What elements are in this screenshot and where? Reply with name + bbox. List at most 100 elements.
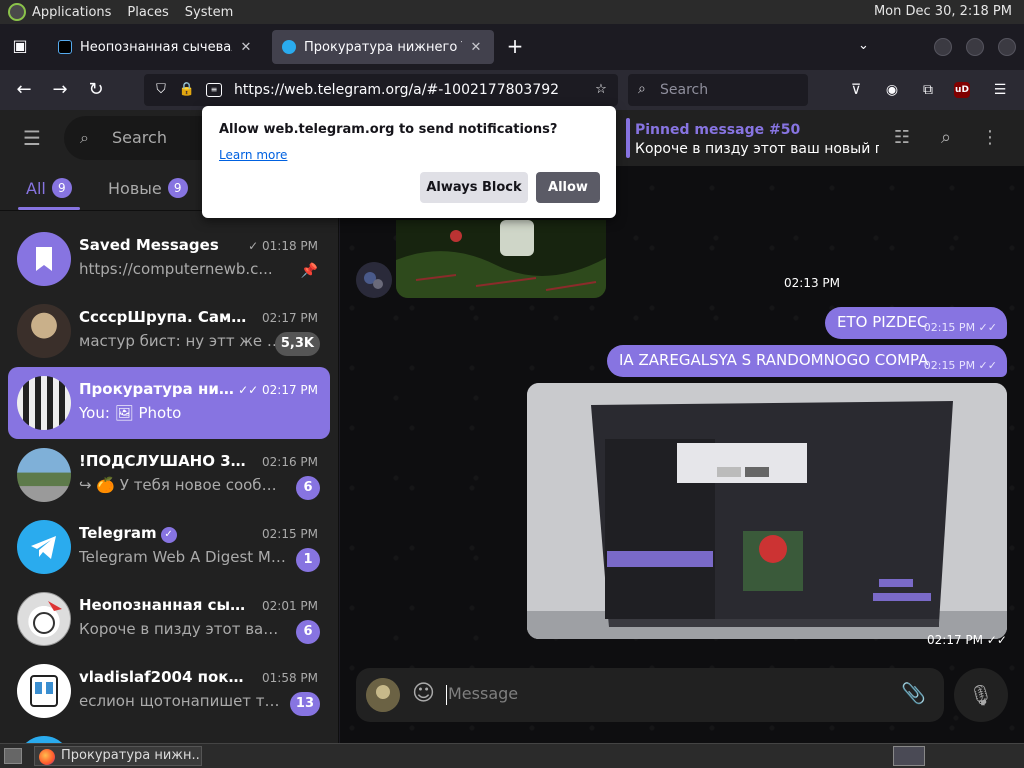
folder-count: 9 [167,178,188,198]
chat-item-podslushano[interactable]: !ПОДСЛУШАНО 3 ШК... 02:16 PM ↪ 🍊 У тебя … [8,439,330,511]
lock-icon[interactable]: 🔒 [178,81,196,99]
avatar [17,304,71,358]
tab-title: Прокуратура нижнего Тагил [304,39,462,55]
chat-preview: еслион щотонапишет то о... [79,692,287,710]
folder-tab-new[interactable]: Новые 9 [108,178,188,198]
applications-menu[interactable]: Applications [32,5,111,20]
hamburger-menu-icon[interactable]: ☰ [20,126,44,150]
send-as-avatar[interactable] [366,678,400,712]
notification-permission-icon[interactable]: ≡ [206,83,222,97]
attach-icon[interactable]: 📎 [901,681,926,705]
outgoing-message[interactable]: IA ZAREGALSYA S RANDOMNOGO COMPA 02:15 P… [607,345,1007,377]
minimize-button[interactable] [934,38,952,56]
folder-label: Новые [108,178,162,198]
allow-button[interactable]: Allow [536,172,600,203]
back-icon[interactable]: ← [12,78,36,102]
tab-sychevalnya[interactable]: Неопознанная сычевальн ✕ [48,30,264,64]
chat-name-text: Telegram [79,524,157,542]
chat-name: СсссрШрупа. Сам... [79,308,247,326]
chat-item-prokuratura[interactable]: Прокуратура нижн... ✓✓ 02:17 PM You: 🖼 P… [8,367,330,439]
screen: Applications Places System Mon Dec 30, 2… [0,0,1024,768]
always-block-button[interactable]: Always Block [420,172,528,203]
reload-icon[interactable]: ↻ [84,78,108,102]
maximize-button[interactable] [966,38,984,56]
telegram-icon [282,40,296,54]
firefox-icon [39,749,55,765]
message-time: 02:15 PM ✓✓ [923,359,997,372]
close-tab-icon[interactable]: ✕ [238,40,254,55]
unread-badge: 1 [296,548,320,572]
pinned-indicator [626,118,630,158]
chat-item-sssrshrupa[interactable]: СсссрШрупа. Сам... 02:17 PM мастур бист:… [8,295,330,367]
menu-icon[interactable]: ☰ [990,80,1010,100]
pinned-title[interactable]: Pinned message #50 [635,122,800,138]
avatar [17,376,71,430]
message-time: 02:13 PM [784,276,840,290]
chat-preview: ↪ 🍊 У тебя новое сообще... [79,476,287,494]
notification-permission-popup: Allow web.telegram.org to send notificat… [202,106,616,218]
search-input[interactable]: ⌕ Search [628,74,808,106]
close-window-button[interactable] [998,38,1016,56]
outgoing-message[interactable]: ETO PIZDEC 02:15 PM ✓✓ [825,307,1007,339]
gnome-foot-icon[interactable] [8,3,26,21]
new-tab-icon[interactable]: + [504,36,526,58]
verified-icon: ✓ [160,527,177,543]
show-desktop-icon[interactable] [4,748,22,764]
learn-more-link[interactable]: Learn more [219,148,287,162]
folder-tab-all[interactable]: All 9 [26,178,72,198]
chat-item-telegram[interactable]: Telegram ✓ 02:15 PM Telegram Web A Digest… [8,511,330,583]
avatar [17,664,71,718]
chat-time: ✓✓ 02:17 PM [238,383,318,397]
chevron-down-icon[interactable]: ⌄ [858,38,869,53]
chat-preview: мастур бист: ну этт же ж... [79,332,287,350]
unread-badge: 6 [296,620,320,644]
chat-preview: https://computernewb.c... [79,260,273,278]
chat-time: 02:16 PM [262,455,318,469]
bookmark-star-icon[interactable]: ☆ [592,81,610,99]
chat-item-vladislaf2004[interactable]: vladislaf2004 показыв... 01:58 PM еслион… [8,655,330,727]
avatar [17,448,71,502]
chat-name: Неопознанная сычев... [79,596,247,614]
incoming-photo[interactable] [396,220,606,298]
places-menu[interactable]: Places [127,5,168,20]
pocket-icon[interactable]: ⊽ [846,80,866,100]
url-bar[interactable]: ⛉ 🔒 ≡ https://web.telegram.org/a/#-10021… [144,74,618,106]
avatar [17,592,71,646]
tab-prokuratura[interactable]: Прокуратура нижнего Тагил ✕ [272,30,494,64]
message-text: ETO PIZDEC [837,313,928,331]
chat-item-saved-messages[interactable]: Saved Messages ✓ 01:18 PM https://comput… [8,223,330,295]
message-input[interactable]: Message [448,684,518,703]
search-placeholder: Search [660,82,709,98]
chat-name: Прокуратура нижн... [79,380,247,398]
search-icon[interactable]: ⌕ [934,126,958,150]
search-placeholder: Search [112,128,167,147]
chat-time: ✓ 01:18 PM [248,239,318,253]
clock[interactable]: Mon Dec 30, 2:18 PM [874,4,1012,19]
shield-icon[interactable]: ⛉ [152,81,170,99]
tab-overview-icon[interactable]: ▣ [8,34,32,58]
chat-time: 02:01 PM [262,599,318,613]
system-menu[interactable]: System [185,5,233,20]
tab-strip: ▣ Неопознанная сычевальн ✕ Прокуратура н… [0,24,1024,70]
message-composer[interactable]: ☺ Message 📎 [356,668,944,722]
account-icon[interactable]: ◉ [882,80,902,100]
chat-item-neopoznannaya[interactable]: Неопознанная сычев... 02:01 PM Короче в … [8,583,330,655]
emoji-icon[interactable]: ☺ [412,682,435,706]
close-tab-icon[interactable]: ✕ [468,40,484,55]
forward-icon[interactable]: → [48,78,72,102]
tiktok-icon [58,40,72,54]
pinned-list-icon[interactable]: ☷ [890,126,914,150]
pinned-text[interactable]: Короче в пизду этот ваш новый го... [635,141,879,157]
workspace-switcher[interactable] [893,746,925,766]
chat-item-partial[interactable] [8,727,330,743]
outgoing-photo[interactable] [527,383,1007,639]
taskbar: Прокуратура нижн... [0,743,1024,768]
more-options-icon[interactable]: ⋮ [978,126,1002,150]
taskbar-window-button[interactable]: Прокуратура нижн... [34,746,202,766]
chat-name: Saved Messages [79,236,219,254]
search-icon: ⌕ [80,128,89,147]
microphone-icon[interactable]: 🎙 [954,668,1008,722]
extensions-icon[interactable]: ⧉ [918,80,938,100]
ublock-icon[interactable]: uD [954,82,970,98]
sender-avatar[interactable] [356,262,392,298]
